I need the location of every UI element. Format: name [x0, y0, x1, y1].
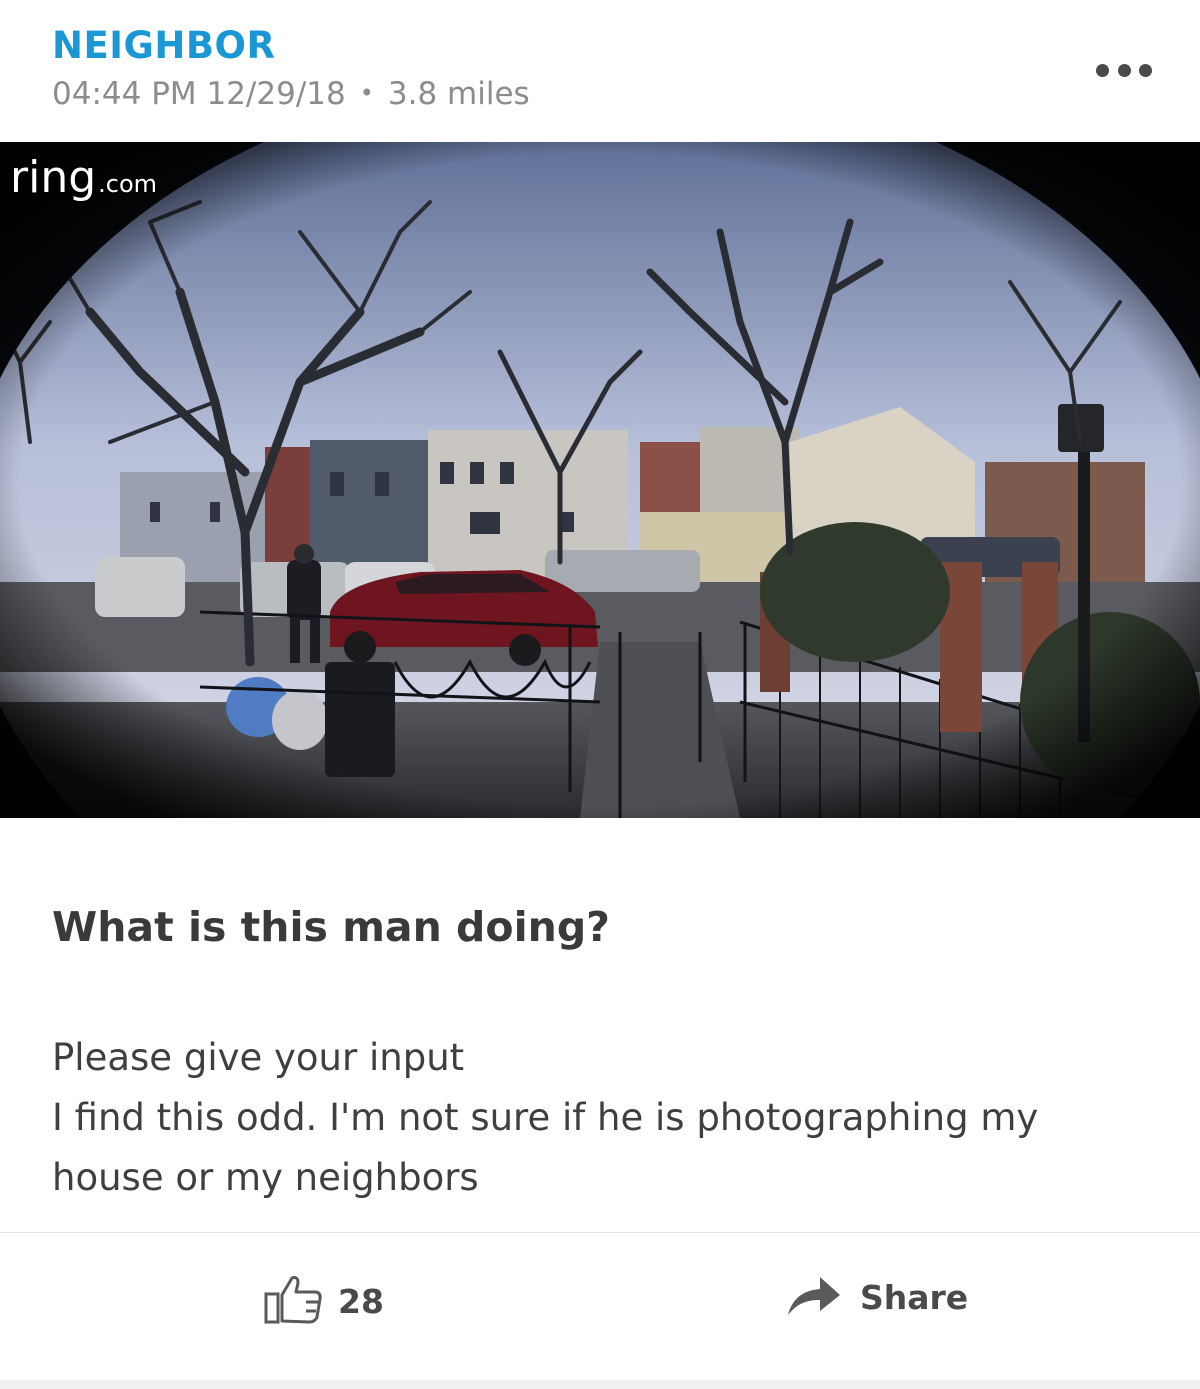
- fisheye-scene: [0, 142, 1200, 818]
- post-category[interactable]: NEIGHBOR: [52, 24, 276, 67]
- post-actions: 28 Share: [0, 1233, 1200, 1379]
- ring-watermark: ring.com: [10, 152, 157, 203]
- post-body-line: house or my neighbors: [52, 1156, 479, 1199]
- like-button[interactable]: 28: [262, 1273, 384, 1329]
- post-body-line: I find this odd. I'm not sure if he is p…: [52, 1096, 1039, 1139]
- post-distance: 3.8 miles: [387, 76, 530, 112]
- more-dot: [1096, 63, 1109, 77]
- share-label: Share: [860, 1277, 969, 1317]
- post-title: What is this man doing?: [52, 903, 610, 951]
- more-dot: [1117, 63, 1131, 77]
- post-meta: 04:44 PM 12/29/18 • 3.8 miles: [52, 76, 530, 112]
- post-body-line: Please give your input: [52, 1036, 465, 1079]
- watermark-suffix: .com: [98, 170, 158, 198]
- post-header: NEIGHBOR 04:44 PM 12/29/18 • 3.8 miles: [0, 0, 1200, 143]
- post-time: 04:44 PM 12/29/18: [52, 76, 346, 112]
- watermark-brand: ring: [10, 152, 97, 203]
- meta-separator: •: [359, 79, 374, 107]
- share-arrow-icon: [786, 1273, 842, 1321]
- share-button[interactable]: Share: [786, 1273, 968, 1321]
- like-count: 28: [338, 1281, 384, 1321]
- bottom-divider: [0, 1380, 1200, 1389]
- more-dot: [1139, 63, 1152, 77]
- video-thumbnail[interactable]: ring.com: [0, 142, 1200, 818]
- more-options-icon[interactable]: [1096, 60, 1152, 80]
- thumbs-up-icon: [262, 1273, 324, 1329]
- post-body: Please give your input I find this odd. …: [52, 1028, 1162, 1208]
